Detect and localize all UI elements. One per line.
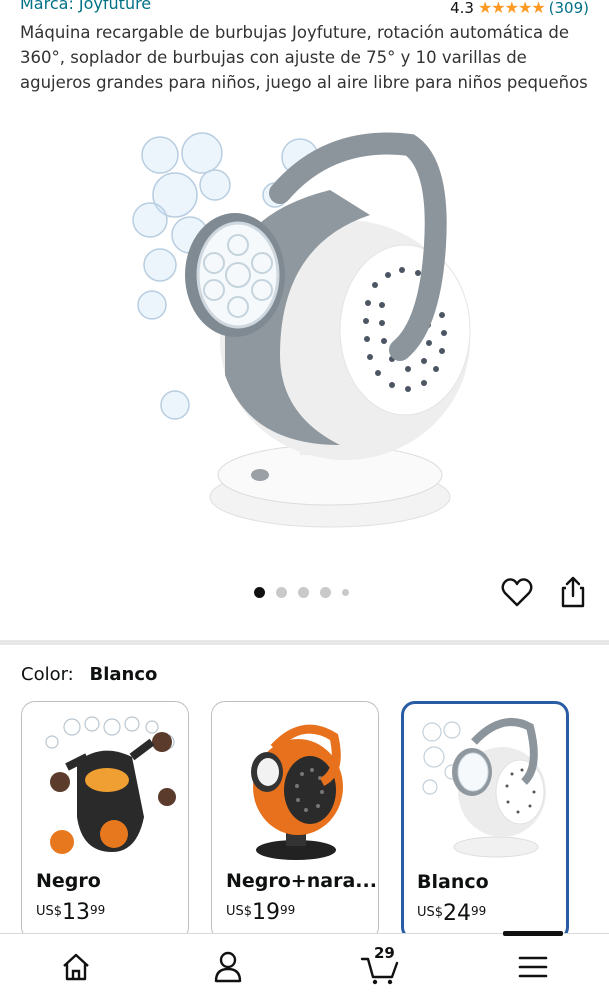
active-tab-indicator [503,931,563,936]
price-whole: 19 [252,900,281,925]
gallery-dot[interactable] [276,587,287,598]
price-whole: 24 [443,901,472,926]
color-option-negro-naranja[interactable]: Negro+nara... US$ 19 99 [211,701,379,941]
color-option-blanco[interactable]: Blanco US$ 24 99 [401,701,569,941]
color-selected-value: Blanco [89,664,158,685]
variant-price: US$ 24 99 [417,901,486,927]
price-currency: US$ [36,904,63,919]
color-selector-label: Color: Blanco [21,664,157,685]
menu-icon[interactable] [513,947,553,987]
rating-stars: ★★★★★ [477,0,546,17]
cart-count-badge: 29 [374,944,395,962]
color-option-negro[interactable]: Negro US$ 13 99 [21,701,189,941]
account-icon[interactable] [208,947,248,987]
product-hero-image[interactable] [130,125,480,535]
brand-link[interactable]: Marca: Joyfuture [20,0,151,13]
price-cents: 99 [90,903,106,917]
gallery-dot[interactable] [254,587,265,598]
variant-price: US$ 13 99 [36,900,105,926]
variant-price: US$ 19 99 [226,900,295,926]
rating-summary[interactable]: 4.3 ★★★★★ (309) [450,0,589,17]
product-title: Máquina recargable de burbujas Joyfuture… [20,23,588,92]
variant-thumbnail [251,724,343,860]
share-icon[interactable] [556,574,590,610]
variant-name: Negro [36,870,101,892]
variant-thumbnail [422,718,546,858]
heart-icon[interactable] [500,576,534,610]
variant-name: Negro+nara... [226,870,377,892]
home-icon[interactable] [56,947,96,987]
gallery-dot[interactable] [342,589,349,596]
gallery-dot[interactable] [298,587,309,598]
gallery-pagination[interactable] [254,587,349,598]
rating-count[interactable]: (309) [549,0,589,17]
rating-value: 4.3 [450,0,474,17]
color-label: Color: [21,664,74,685]
gallery-dot[interactable] [320,587,331,598]
price-cents: 99 [280,903,296,917]
section-divider [0,640,609,645]
price-cents: 99 [471,904,487,918]
variant-thumbnail [45,716,176,854]
price-currency: US$ [226,904,253,919]
price-whole: 13 [62,900,91,925]
variant-name: Blanco [417,871,489,893]
price-currency: US$ [417,905,444,920]
